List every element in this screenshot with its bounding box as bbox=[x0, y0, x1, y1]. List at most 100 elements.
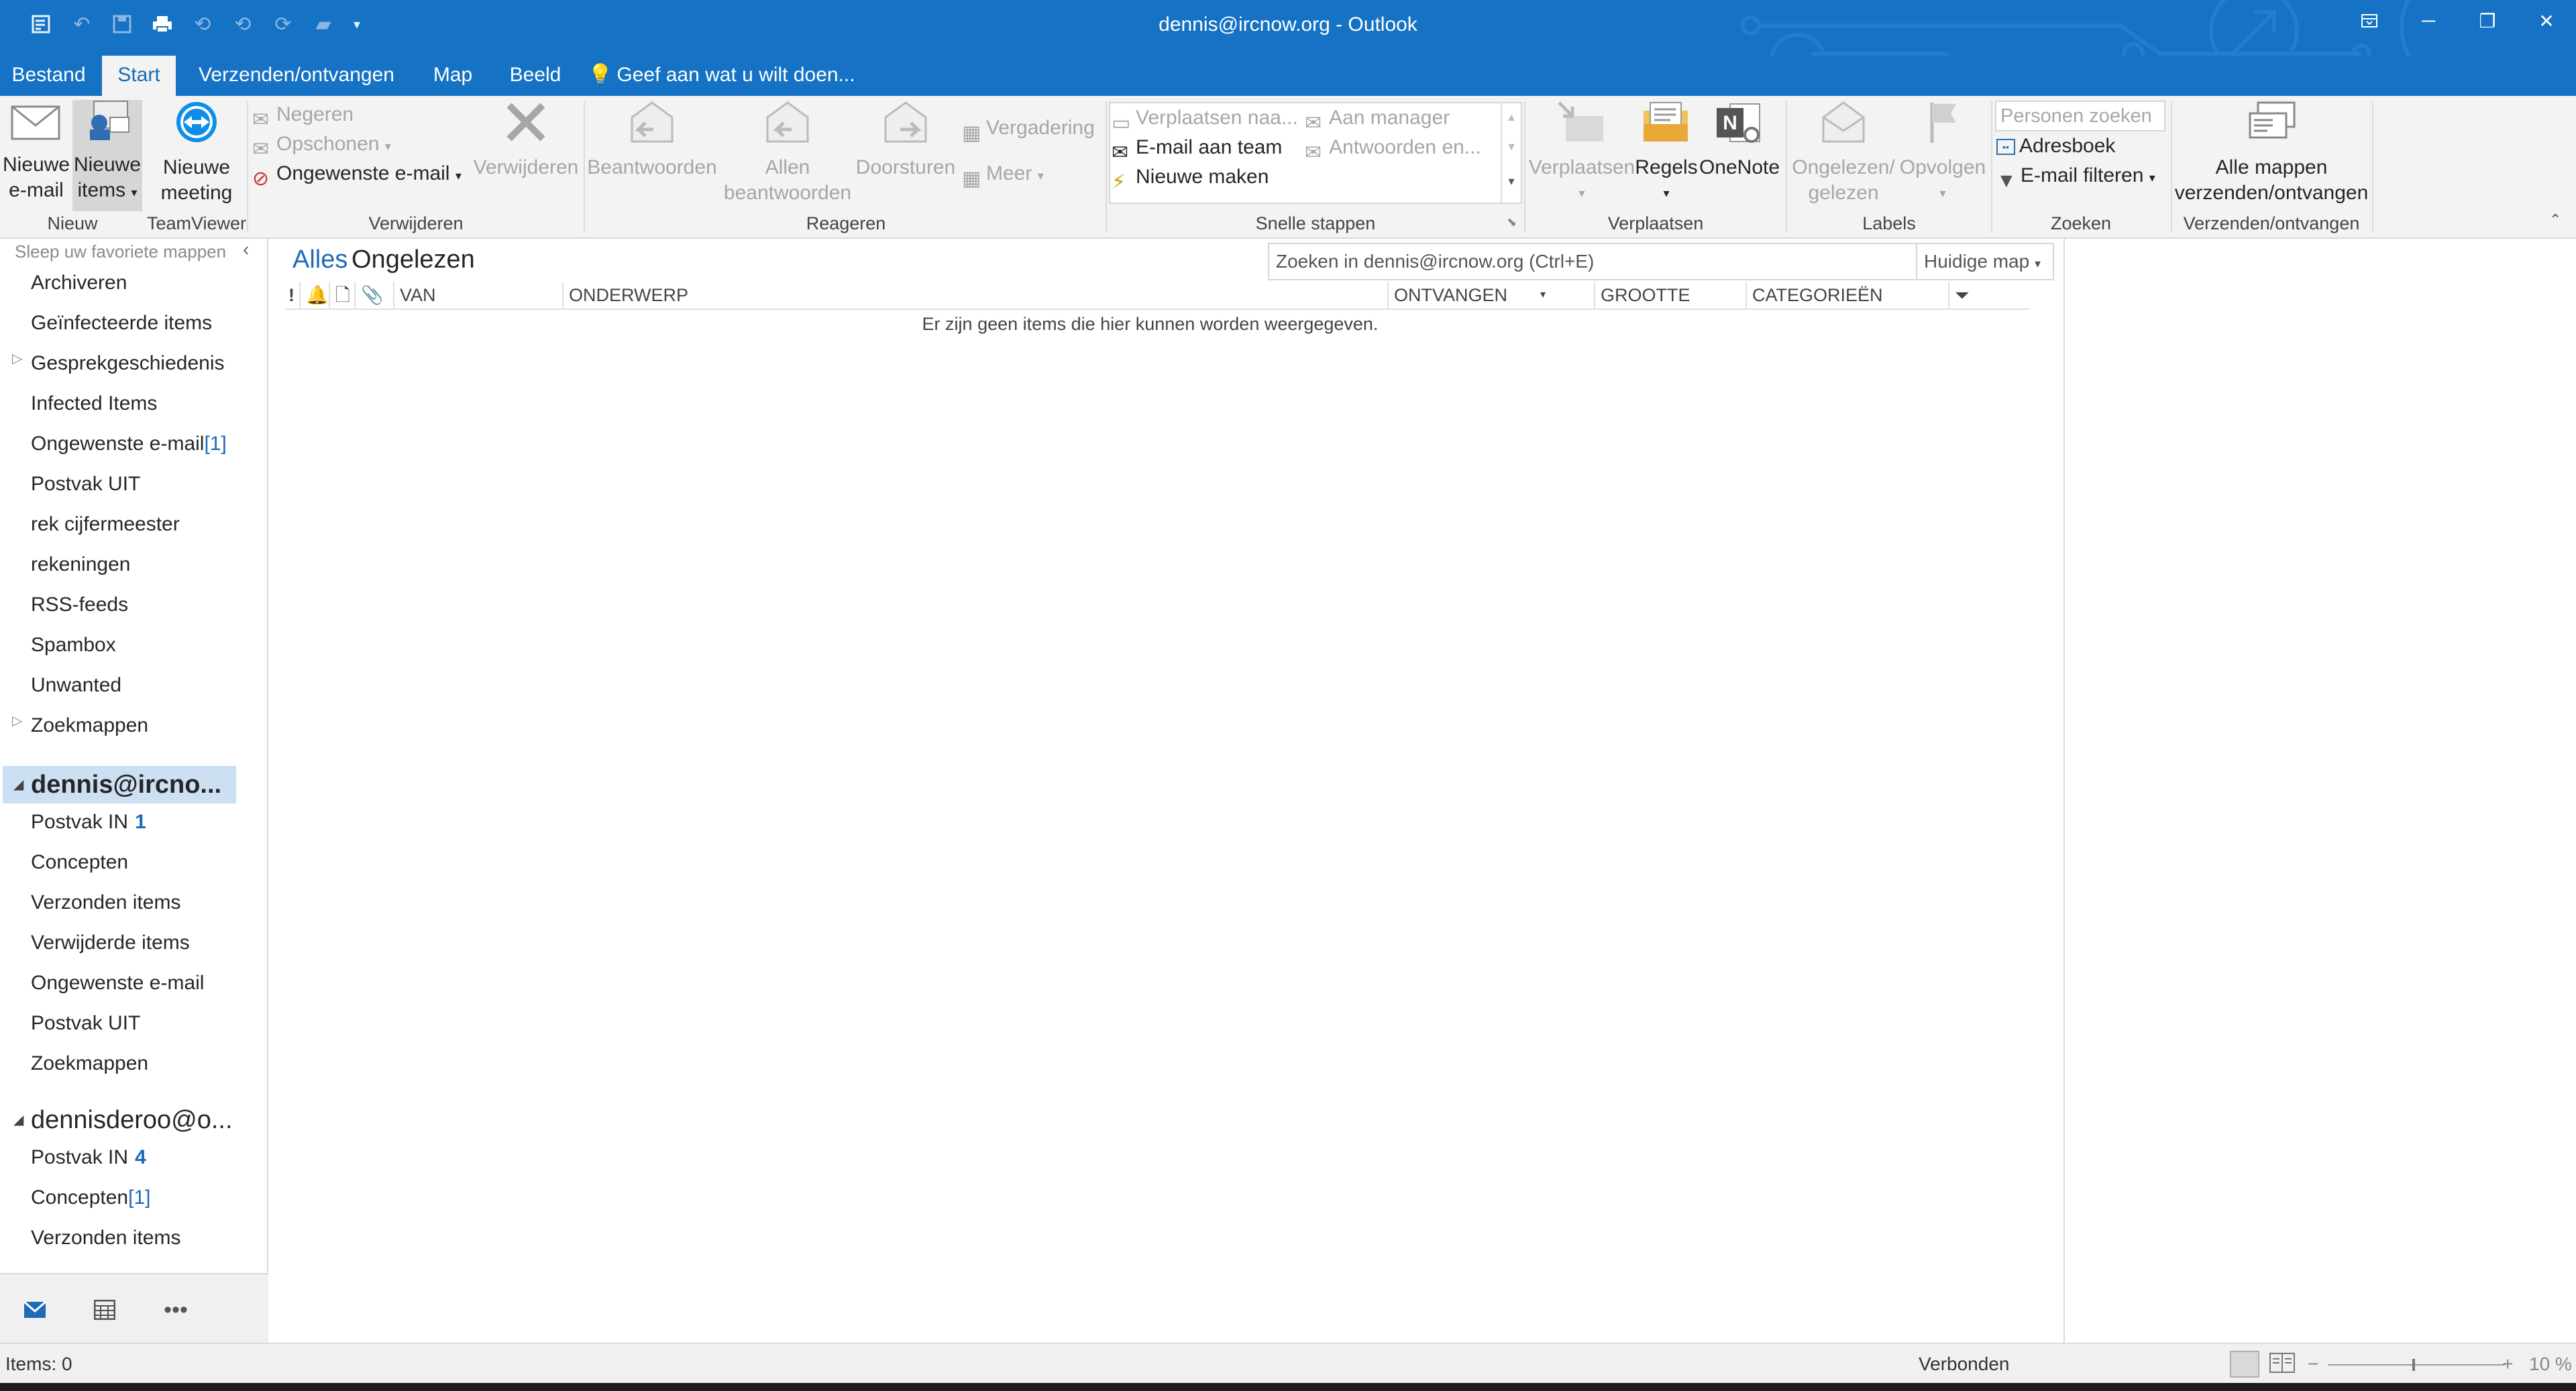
gallery-more-icon[interactable]: ▾ bbox=[1502, 162, 1521, 200]
folder-ongewenste-email[interactable]: Ongewenste e-mail[1] bbox=[31, 428, 227, 460]
filter-unread[interactable]: Ongelezen bbox=[352, 245, 475, 274]
collapse-icon[interactable]: ◢ bbox=[13, 766, 23, 803]
cleanup-button[interactable]: ✉ Opschonen ▾ bbox=[252, 129, 391, 160]
expand-icon[interactable]: ▷ bbox=[12, 350, 22, 367]
tab-bestand[interactable]: Bestand bbox=[0, 56, 97, 96]
tab-beeld[interactable]: Beeld bbox=[502, 56, 569, 96]
folder-verwijderde-items[interactable]: Verwijderde items bbox=[31, 927, 190, 959]
folder-postvak-in[interactable]: Postvak IN 1 bbox=[31, 806, 146, 838]
attachment-column-icon[interactable]: 📎 bbox=[354, 282, 384, 309]
meeting-button[interactable]: ▦ Vergadering bbox=[962, 113, 1095, 144]
search-input[interactable]: Zoeken in dennis@ircnow.org (Ctrl+E) bbox=[1276, 251, 1594, 272]
collapse-folder-pane-icon[interactable]: ‹ bbox=[243, 239, 249, 260]
zoom-slider-thumb[interactable] bbox=[2412, 1359, 2415, 1371]
new-meeting-button[interactable]: Nieuwe meeting bbox=[154, 100, 239, 206]
folder-spambox[interactable]: Spambox bbox=[31, 629, 116, 661]
zoom-slider[interactable] bbox=[2328, 1364, 2505, 1366]
folder-rek-cijfermeester[interactable]: rek cijfermeester bbox=[31, 508, 180, 541]
normal-view-icon[interactable] bbox=[2230, 1351, 2259, 1378]
onenote-icon: N bbox=[1717, 103, 1760, 143]
filter-email-button[interactable]: ▼ E-mail filteren ▾ bbox=[1996, 161, 2155, 192]
quick-step-team-email[interactable]: ✉ E-mail aan team bbox=[1112, 133, 1282, 164]
folder-concepten[interactable]: Concepten[1] bbox=[31, 1182, 150, 1214]
folder-rekeningen[interactable]: rekeningen bbox=[31, 549, 130, 581]
filter-column-icon[interactable]: ⏷ bbox=[1948, 282, 2015, 309]
folder-rss-feeds[interactable]: RSS-feeds bbox=[31, 589, 128, 621]
folder-zoekmappen[interactable]: Zoekmappen bbox=[31, 1048, 148, 1080]
collapse-ribbon-icon[interactable]: ⌃ bbox=[2549, 211, 2561, 229]
forward-button[interactable]: Doorsturen bbox=[853, 100, 958, 180]
send-receive-all-button[interactable]: Alle mappen verzenden/ontvangen bbox=[2172, 100, 2371, 206]
delete-button[interactable]: Verwijderen bbox=[471, 100, 581, 180]
zoom-percentage[interactable]: 10 % bbox=[2529, 1353, 2572, 1375]
reply-all-button[interactable]: Allen beantwoorden bbox=[720, 100, 855, 206]
folder-postvak-uit[interactable]: Postvak UIT bbox=[31, 468, 140, 500]
column-received[interactable]: ONTVANGEN ▾ bbox=[1387, 282, 1594, 309]
account-dennisderoo[interactable]: ◢ dennisderoo@o... bbox=[3, 1101, 236, 1139]
folder-geinfecteerde-items[interactable]: Geïnfecteerde items bbox=[31, 307, 212, 339]
search-people-input[interactable]: Personen zoeken bbox=[1995, 101, 2165, 131]
zoom-in-button[interactable]: + bbox=[2502, 1353, 2513, 1375]
junk-button[interactable]: ⊘ Ongewenste e-mail ▾ bbox=[252, 159, 462, 190]
move-button[interactable]: Verplaatsen ▾ bbox=[1528, 100, 1635, 206]
scroll-down-icon[interactable]: ▼ bbox=[1502, 133, 1521, 162]
quick-step-to-manager[interactable]: ✉ Aan manager bbox=[1305, 103, 1450, 134]
new-items-button[interactable]: Nieuwe items ▾ bbox=[72, 100, 142, 211]
reply-button[interactable]: Beantwoorden bbox=[586, 100, 718, 180]
minimize-icon[interactable]: ─ bbox=[2399, 0, 2458, 42]
rules-button[interactable]: Regels ▾ bbox=[1633, 100, 1700, 206]
folder-postvak-uit[interactable]: Postvak UIT bbox=[31, 1007, 140, 1040]
quick-step-move-to[interactable]: ▭ Verplaatsen naa... bbox=[1112, 103, 1298, 134]
quick-step-reply-delete[interactable]: ✉ Antwoorden en... bbox=[1305, 133, 1481, 164]
zoom-out-button[interactable]: − bbox=[2308, 1353, 2318, 1375]
quick-step-create-new[interactable]: ⚡ Nieuwe maken bbox=[1112, 162, 1269, 193]
folder-postvak-in[interactable]: Postvak IN 4 bbox=[31, 1142, 146, 1174]
new-email-button[interactable]: Nieuwe e-mail bbox=[3, 100, 70, 203]
more-button[interactable]: ▦ Meer ▾ bbox=[962, 159, 1044, 190]
gallery-scrollbar[interactable]: ▲ ▼ ▾ bbox=[1501, 103, 1521, 203]
folder-infected-items[interactable]: Infected Items bbox=[31, 388, 157, 420]
more-apps-icon[interactable]: ••• bbox=[156, 1293, 196, 1327]
meeting-label: Vergadering bbox=[986, 117, 1095, 139]
folder-unwanted[interactable]: Unwanted bbox=[31, 669, 121, 702]
expand-icon[interactable]: ▷ bbox=[12, 712, 22, 729]
account-dennis-ircnow[interactable]: ◢ dennis@ircno... bbox=[3, 766, 236, 803]
column-categories[interactable]: CATEGORIEËN bbox=[1746, 282, 1948, 309]
folder-verzonden-items[interactable]: Verzonden items bbox=[31, 1222, 180, 1254]
folder-gesprekgeschiedenis[interactable]: Gesprekgeschiedenis bbox=[31, 347, 225, 380]
reply-all-label-2: beantwoorden bbox=[723, 182, 852, 204]
reading-view-icon[interactable] bbox=[2269, 1351, 2298, 1378]
unread-count: 1 bbox=[135, 811, 146, 833]
column-subject[interactable]: ONDERWERP bbox=[562, 282, 1387, 309]
unread-read-button[interactable]: Ongelezen/ gelezen bbox=[1787, 100, 1900, 206]
reminder-column-icon[interactable]: 🔔 bbox=[299, 282, 329, 309]
column-importance[interactable]: ! bbox=[286, 282, 299, 309]
folder-verzonden-items[interactable]: Verzonden items bbox=[31, 887, 180, 919]
ribbon-display-options-icon[interactable] bbox=[2340, 0, 2399, 42]
folder-zoekmappen[interactable]: Zoekmappen bbox=[31, 710, 148, 742]
restore-icon[interactable]: ❐ bbox=[2458, 0, 2517, 42]
column-from[interactable]: VAN bbox=[393, 282, 562, 309]
tab-start[interactable]: Start bbox=[102, 56, 176, 96]
search-box[interactable]: Zoeken in dennis@ircnow.org (Ctrl+E) bbox=[1268, 243, 1987, 280]
folder-ongewenste-email[interactable]: Ongewenste e-mail bbox=[31, 967, 204, 999]
collapse-icon[interactable]: ◢ bbox=[13, 1101, 23, 1139]
scroll-up-icon[interactable]: ▲ bbox=[1502, 103, 1521, 133]
column-size[interactable]: GROOTTE bbox=[1594, 282, 1746, 309]
filter-all[interactable]: Alles bbox=[292, 245, 347, 274]
address-book-button[interactable]: ▪▪ Adresboek bbox=[1996, 131, 2115, 161]
tab-verzenden-ontvangen[interactable]: Verzenden/ontvangen bbox=[189, 56, 404, 96]
folder-archiveren[interactable]: Archiveren bbox=[31, 267, 127, 299]
folder-concepten[interactable]: Concepten bbox=[31, 846, 128, 879]
onenote-button[interactable]: N OneNote bbox=[1697, 100, 1782, 180]
tell-me-box[interactable]: 💡 Geef aan wat u wilt doen... bbox=[588, 56, 855, 96]
close-icon[interactable]: ✕ bbox=[2517, 0, 2576, 42]
tab-map[interactable]: Map bbox=[416, 56, 490, 96]
calendar-icon[interactable] bbox=[85, 1293, 125, 1327]
dialog-launcher-icon[interactable]: ⬊ bbox=[1507, 215, 1517, 229]
icon-column-icon[interactable]: 🗋 bbox=[329, 282, 354, 309]
follow-up-button[interactable]: Opvolgen ▾ bbox=[1897, 100, 1988, 206]
mail-icon[interactable] bbox=[15, 1293, 55, 1327]
search-scope-dropdown[interactable]: Huidige map ▾ bbox=[1916, 243, 2054, 280]
ignore-button[interactable]: ✉ Negeren bbox=[252, 100, 354, 131]
